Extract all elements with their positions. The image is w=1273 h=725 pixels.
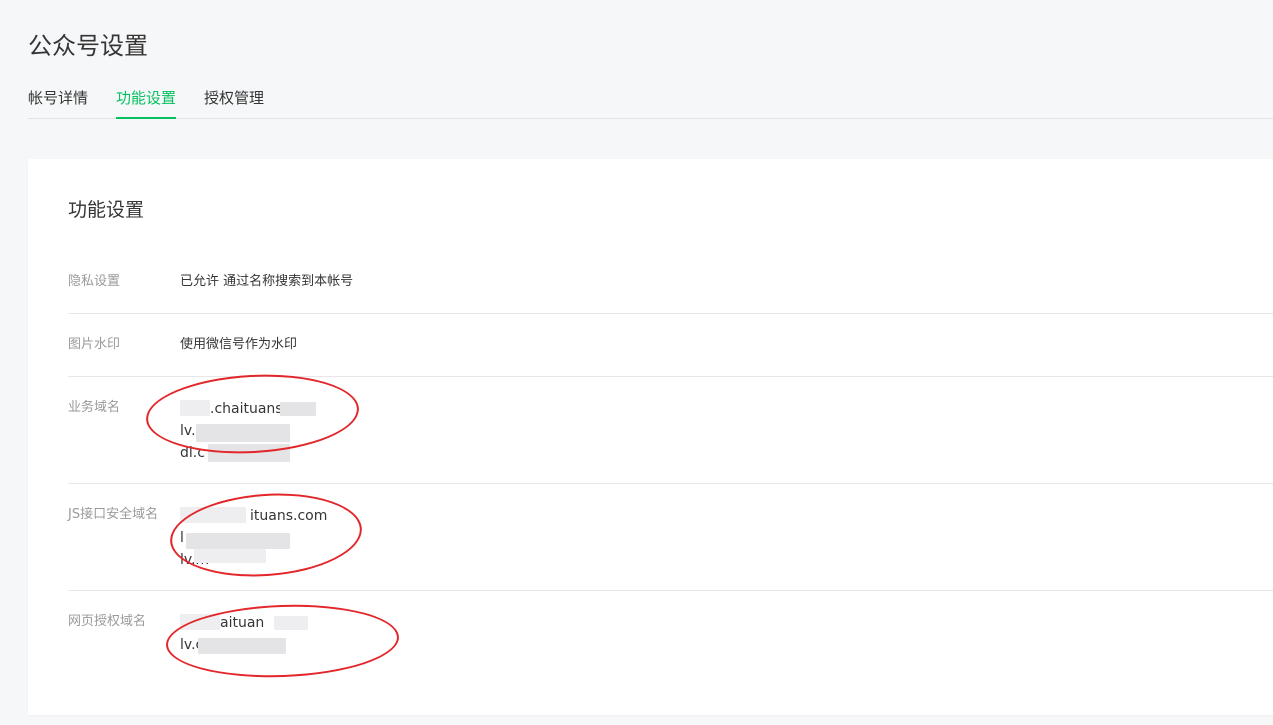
tab-feature-settings[interactable]: 功能设置 xyxy=(116,86,177,119)
image-watermark-row: 图片水印 使用微信号作为水印 xyxy=(68,335,1273,377)
feature-settings-card: 功能设置 隐私设置 已允许 通过名称搜索到本帐号 图片水印 使用微信号作为水印 … xyxy=(28,159,1273,715)
web-auth-domain-label: 网页授权域名 xyxy=(68,614,147,629)
tab-authorization-management[interactable]: 授权管理 xyxy=(204,86,264,118)
privacy-setting-value: 已允许 通过名称搜索到本帐号 xyxy=(180,274,354,289)
tab-account-details[interactable]: 帐号详情 xyxy=(28,86,88,118)
section-title: 功能设置 xyxy=(68,199,145,221)
page-title: 公众号设置 xyxy=(28,32,148,60)
js-safe-domain-label: JS接口安全域名 xyxy=(68,507,159,522)
privacy-setting-row: 隐私设置 已允许 通过名称搜索到本帐号 xyxy=(68,272,1273,314)
image-watermark-value: 使用微信号作为水印 xyxy=(180,337,298,352)
business-domain-label: 业务域名 xyxy=(68,400,121,415)
image-watermark-label: 图片水印 xyxy=(68,337,121,352)
tab-bar: 帐号详情 功能设置 授权管理 xyxy=(28,86,1273,119)
privacy-setting-label: 隐私设置 xyxy=(68,274,121,289)
settings-page: 公众号设置 帐号详情 功能设置 授权管理 功能设置 隐私设置 已允许 通过名称搜… xyxy=(0,0,1273,725)
